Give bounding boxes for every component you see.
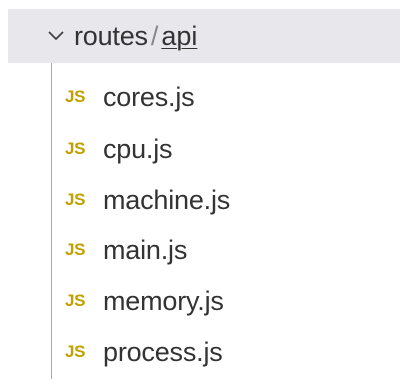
path-separator: / — [150, 20, 159, 51]
folder-name: routes — [74, 20, 148, 51]
subfolder-name[interactable]: api — [161, 21, 197, 52]
chevron-down-icon[interactable] — [46, 26, 66, 46]
file-name: memory.js — [103, 285, 224, 316]
file-name: machine.js — [103, 184, 231, 215]
js-file-icon: JS — [65, 190, 86, 209]
file-name: process.js — [103, 336, 223, 367]
file-name: cpu.js — [103, 133, 173, 164]
file-row-machine[interactable]: JS machine.js — [52, 174, 400, 226]
file-name: cores.js — [103, 81, 195, 112]
file-row-process[interactable]: JS process.js — [52, 326, 400, 378]
file-row-main[interactable]: JS main.js — [52, 224, 400, 276]
js-file-icon: JS — [65, 291, 86, 310]
js-file-icon: JS — [65, 342, 86, 361]
file-row-memory[interactable]: JS memory.js — [52, 275, 400, 327]
file-name: main.js — [103, 234, 188, 265]
js-file-icon: JS — [65, 139, 86, 158]
js-file-icon: JS — [65, 240, 86, 259]
js-file-icon: JS — [65, 87, 86, 106]
file-row-cpu[interactable]: JS cpu.js — [52, 123, 400, 175]
file-row-cores[interactable]: JS cores.js — [52, 71, 400, 123]
folder-row-routes-api[interactable]: routes / api — [8, 9, 400, 63]
file-explorer-tree: routes / api JS cores.js JS cpu.js JS ma… — [0, 0, 404, 383]
